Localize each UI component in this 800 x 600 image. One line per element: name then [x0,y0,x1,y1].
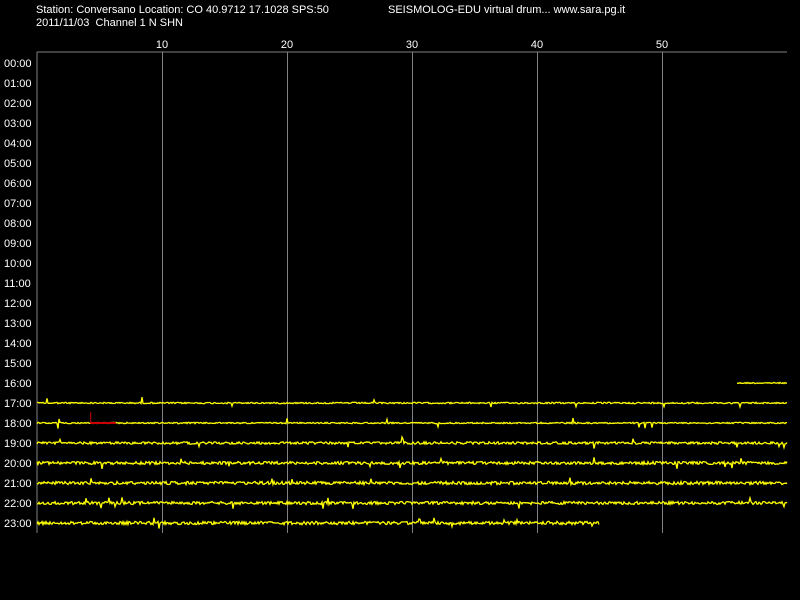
hour-label: 03:00 [4,118,32,130]
seismic-trace [737,381,788,385]
hour-label: 18:00 [4,418,32,430]
grid-layer [36,51,787,533]
hour-label: 06:00 [4,178,32,190]
x-tick-label: 40 [531,39,543,51]
hour-label: 22:00 [4,498,32,510]
hour-label: 11:00 [4,278,31,290]
hour-label: 02:00 [4,98,32,110]
x-tick-label: 10 [156,39,168,51]
hour-label: 00:00 [4,58,32,70]
x-tick-label: 30 [406,39,418,51]
hour-label: 04:00 [4,138,32,150]
hour-label: 01:00 [4,78,32,90]
hour-label: 14:00 [4,338,32,350]
seismic-trace [36,517,600,530]
x-tick-label: 50 [656,39,668,51]
hour-label: 07:00 [4,198,32,210]
hour-label: 09:00 [4,238,32,250]
hour-label: 05:00 [4,158,32,170]
label-layer: 10 20 30 40 50 00:00 01:00 02:00 03:00 04:00 05:00… [4,39,668,530]
hour-label: 21:00 [4,478,32,490]
hour-label: 13:00 [4,318,32,330]
hour-label: 23:00 [4,518,32,530]
hour-label: 17:00 [4,398,32,410]
hour-label: 08:00 [4,218,32,230]
hour-label: 16:00 [4,378,32,390]
hour-label: 12:00 [4,298,32,310]
seismogram-drum: 10 20 30 40 50 00:00 01:00 02:00 03:00 04:00 05:00… [4,39,788,533]
x-tick-label: 20 [281,39,293,51]
hour-label: 20:00 [4,458,32,470]
hour-label: 10:00 [4,258,32,270]
hour-label: 19:00 [4,438,32,450]
hour-label: 15:00 [4,358,32,370]
